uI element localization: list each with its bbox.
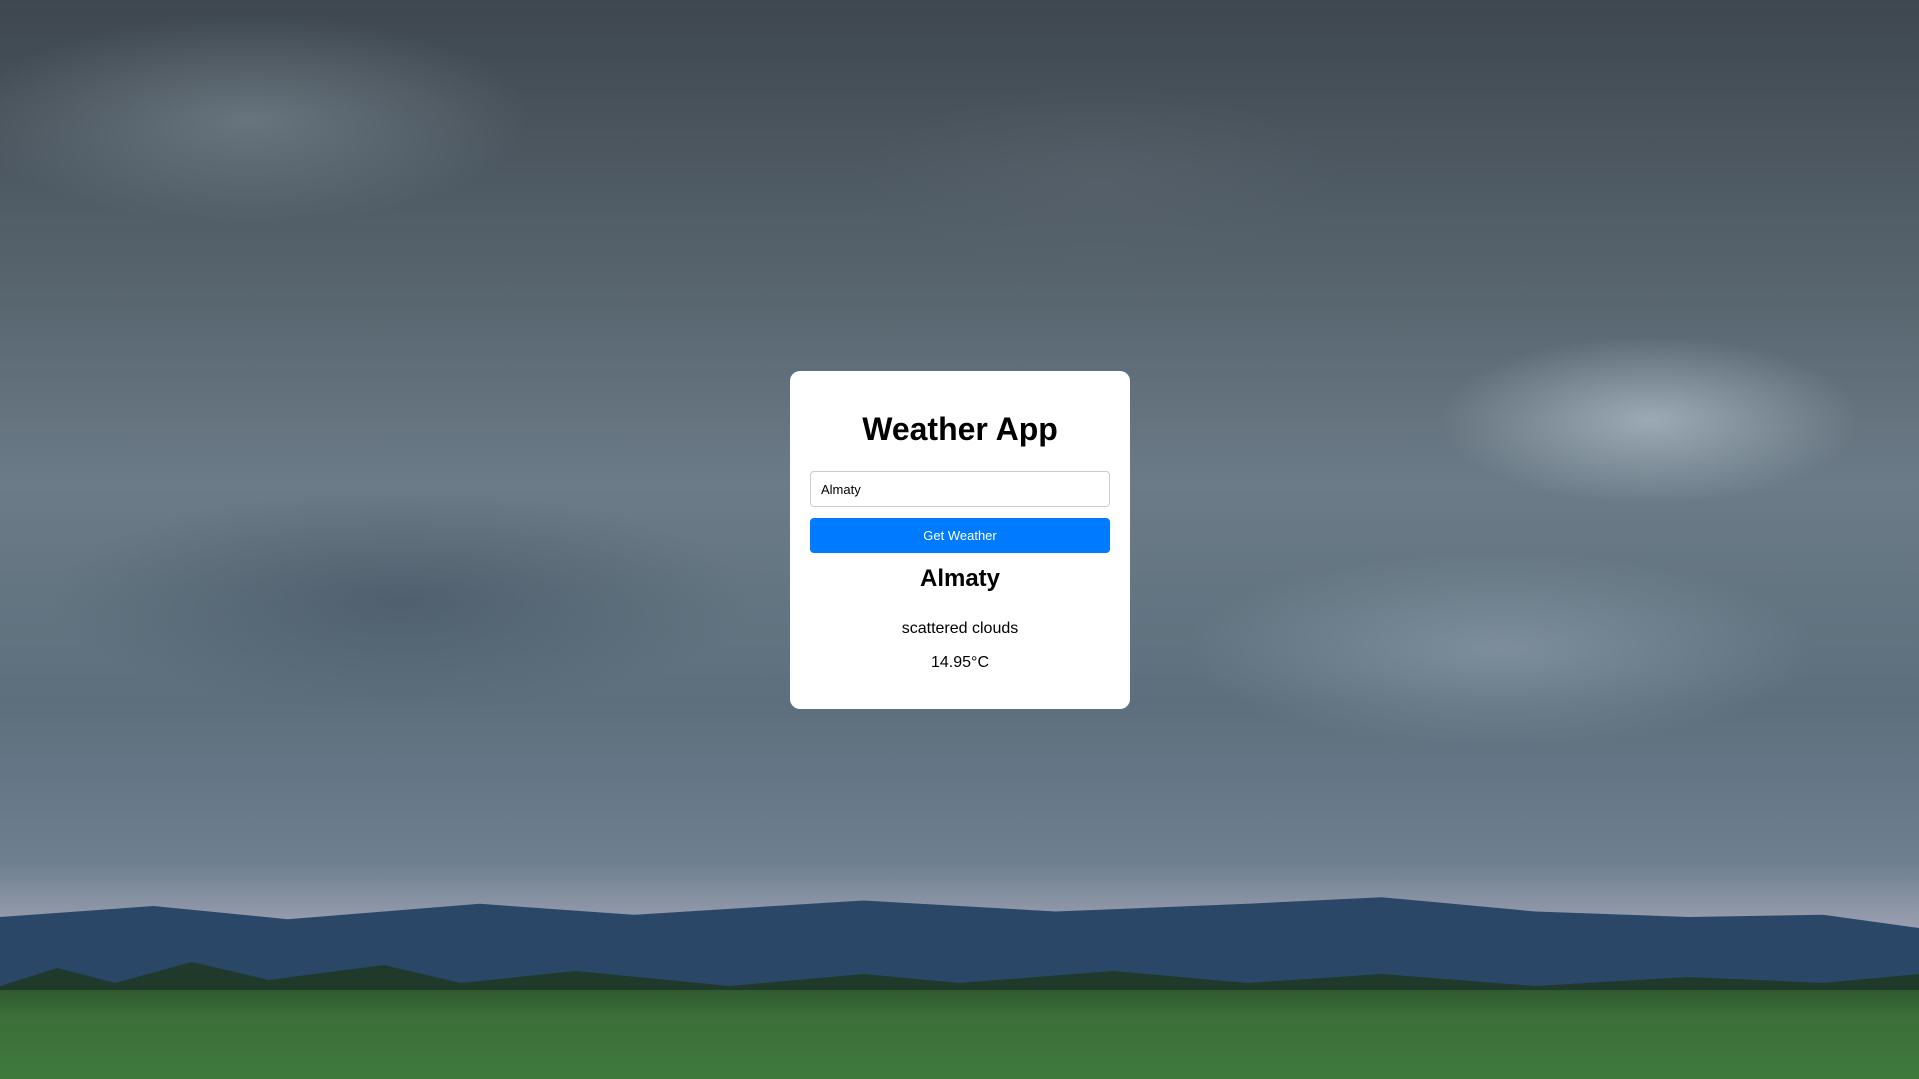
result-city: Almaty bbox=[919, 565, 1001, 592]
weather-description: scattered clouds bbox=[901, 620, 1019, 637]
get-weather-button[interactable]: Get Weather bbox=[810, 518, 1110, 553]
app-title: Weather App bbox=[862, 411, 1058, 447]
temperature: 14.95°C bbox=[931, 654, 989, 671]
weather-card: Weather App Get Weather Almaty scattered… bbox=[790, 371, 1130, 709]
background-field bbox=[0, 990, 1919, 1079]
city-input[interactable] bbox=[810, 471, 1110, 507]
